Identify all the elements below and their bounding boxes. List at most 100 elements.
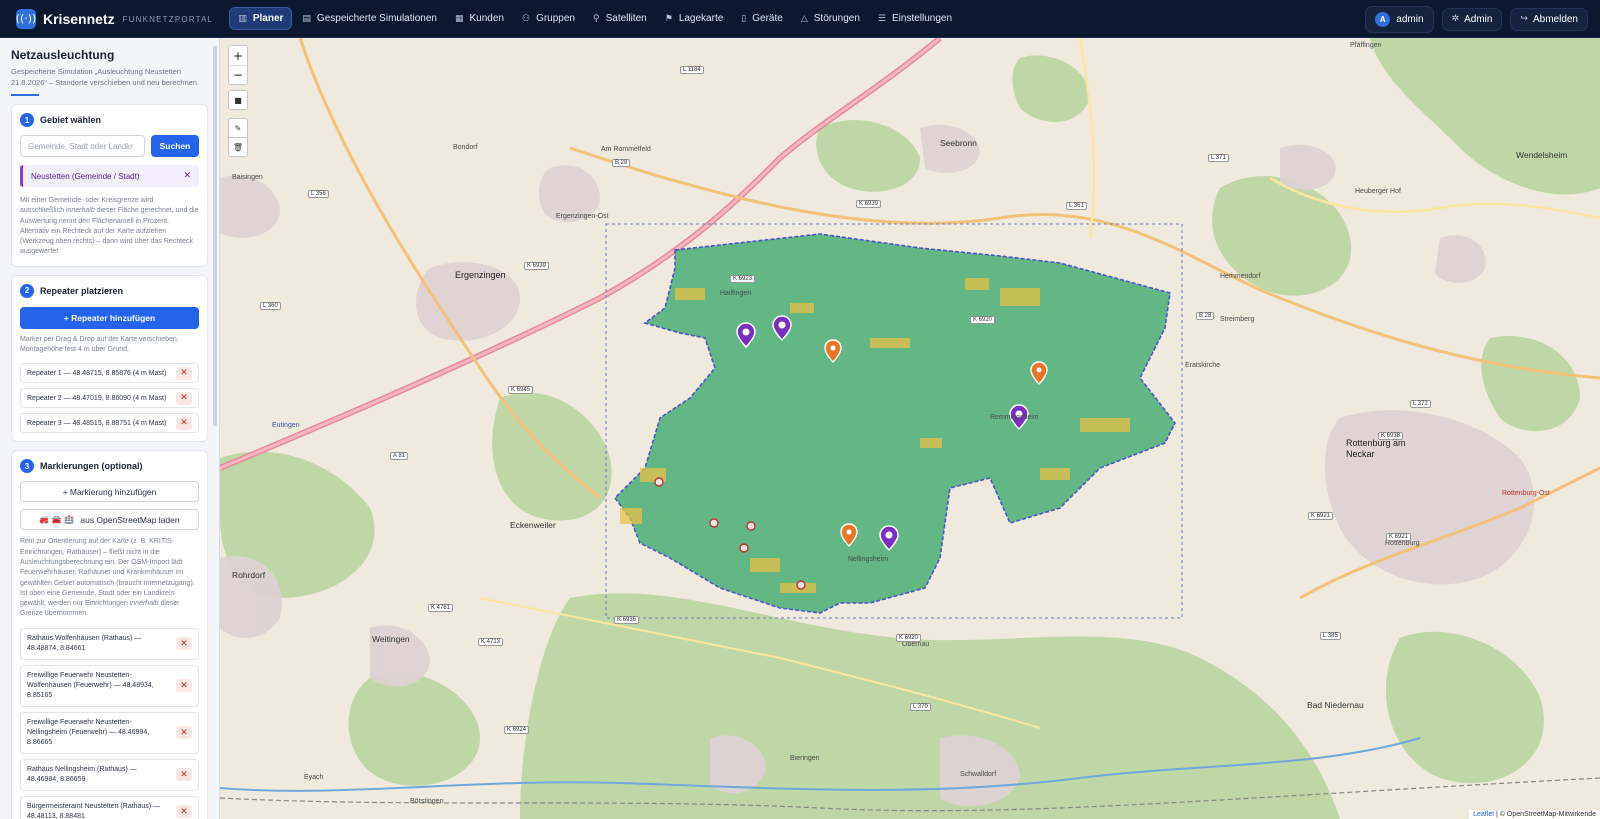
nav-satelliten[interactable]: ⚲ Satelliten — [585, 8, 655, 29]
nav-label: Gespeicherte Simulationen — [316, 13, 437, 24]
place-label: Baisingen — [232, 174, 263, 181]
marker-item[interactable]: Rathaus Nellingsheim (Rathaus) — 48.4698… — [20, 758, 199, 791]
nav-kunden[interactable]: ▦ Kunden — [447, 8, 512, 29]
selected-area-label: Neustetten (Gemeinde / Stadt) — [31, 171, 140, 181]
user-name: admin — [1396, 13, 1424, 25]
zoom-out-button[interactable]: − — [229, 65, 247, 84]
repeater-pin[interactable] — [879, 525, 899, 551]
road-label: A 81 — [390, 452, 409, 460]
marker-help-text: Rein zur Orientierung auf der Karte (z. … — [20, 537, 199, 619]
nav-einstellungen[interactable]: ☰ Einstellungen — [870, 8, 960, 29]
nav-lagekarte[interactable]: ⚑ Lagekarte — [657, 8, 732, 29]
delete-icon[interactable]: ✕ — [176, 366, 192, 380]
repeater-pin[interactable] — [736, 322, 756, 348]
brand-name: Krisennetz — [43, 10, 115, 27]
nav-gruppen[interactable]: ⚇ Gruppen — [514, 8, 583, 29]
user-menu[interactable]: Aadmin — [1365, 5, 1434, 33]
delete-icon[interactable]: ✕ — [176, 679, 192, 693]
road-label: L 1184 — [680, 66, 704, 74]
area-help-text: Mit einer Gemeinde- oder Kreisgrenze wir… — [20, 196, 199, 258]
admin-button[interactable]: ✲ Admin — [1441, 7, 1503, 31]
phone-icon: ▯ — [741, 13, 747, 24]
nav-label: Kunden — [469, 13, 504, 24]
marker-label: Freiwillige Feuerwehr Neustetten-Wolfenh… — [27, 671, 154, 699]
road-label: K 6924 — [504, 726, 530, 734]
road-label: L 356 — [308, 190, 329, 198]
page-subtitle: Gespeicherte Simulation „Ausleuchtung Ne… — [11, 67, 200, 87]
building-marker-pin[interactable] — [824, 339, 842, 363]
sidebar-scrollbar[interactable] — [213, 46, 217, 426]
logo[interactable]: ((·)) Krisennetz FUNKNETZPORTAL — [16, 8, 213, 29]
draw-rectangle-tool[interactable]: ■ — [228, 90, 248, 110]
zoom-control: + − — [228, 45, 248, 85]
delete-icon[interactable]: ✕ — [176, 416, 192, 430]
road-label: K 6945 — [508, 386, 534, 394]
road-label: B 28 — [1196, 312, 1215, 320]
marker-item[interactable]: Bürgermeisteramt Neustetten (Rathaus) — … — [20, 795, 199, 819]
repeater-item[interactable]: Repeater 3 — 48.48515, 8.88751 (4 m Mast… — [20, 413, 199, 434]
road-label: K 6921 — [1386, 533, 1412, 541]
delete-icon[interactable]: ✕ — [176, 637, 192, 651]
title-underline — [11, 94, 39, 96]
osm-import-button[interactable]: 🚒 🚘 🏥 aus OpenStreetMap laden — [20, 509, 199, 531]
marker-item[interactable]: Freiwillige Feuerwehr Neustetten-Wolfenh… — [20, 664, 199, 707]
area-search-input[interactable]: Gemeinde, Stadt oder Landkr — [20, 135, 145, 157]
repeater-pin[interactable] — [772, 315, 792, 341]
nav-geraete[interactable]: ▯ Geräte — [733, 8, 791, 29]
add-repeater-button[interactable]: + Repeater hinzufügen — [20, 306, 199, 329]
help-emphasis: innerhalb — [65, 207, 95, 215]
road-label: K 6920 — [896, 634, 922, 642]
search-button[interactable]: Suchen — [151, 135, 199, 157]
repeater-item[interactable]: Repeater 2 — 48.47019, 8.86090 (4 m Mast… — [20, 388, 199, 409]
selected-area-chip: Neustetten (Gemeinde / Stadt) ✕ — [20, 165, 199, 187]
building-marker-pin[interactable] — [840, 523, 858, 547]
place-label: Eutingen — [272, 422, 300, 429]
road-label: K 4713 — [478, 638, 504, 646]
gear-icon: ✲ — [1451, 14, 1460, 24]
add-marker-button[interactable]: + Markierung hinzufügen — [20, 481, 199, 503]
place-label: Rohrdorf — [232, 570, 266, 580]
road-label: K 6939 — [856, 200, 882, 208]
delete-icon[interactable]: ✕ — [176, 726, 192, 740]
help-part: Rein zur Orientierung auf der Karte (z. … — [20, 538, 195, 608]
marker-item[interactable]: Freiwillige Feuerwehr Neustetten-Nelling… — [20, 711, 199, 754]
leaflet-link[interactable]: Leaflet — [1473, 811, 1494, 818]
logout-button[interactable]: ↪ Abmelden — [1510, 7, 1588, 31]
place-label: Eyach — [304, 774, 324, 781]
emergency-icons: 🚒 🚘 🏥 — [39, 515, 75, 525]
nav-stoerungen[interactable]: △ Störungen — [793, 8, 868, 29]
nav-right: Aadmin ✲ Admin ↪ Abmelden — [1357, 0, 1588, 38]
marker-label: Rathaus Wolfenhausen (Rathaus) — 48.4887… — [27, 634, 142, 652]
delete-icon[interactable]: ✕ — [176, 768, 192, 782]
nav-gespeicherte-simulationen[interactable]: ▤ Gespeicherte Simulationen — [294, 8, 445, 29]
step-label: Markierungen (optional) — [40, 461, 143, 472]
nav-label: Geräte — [752, 13, 783, 24]
close-icon[interactable]: ✕ — [183, 171, 191, 181]
repeater-item[interactable]: Repeater 1 — 48.48715, 8.85876 (4 m Mast… — [20, 363, 199, 384]
nav-label: Gruppen — [536, 13, 575, 24]
place-label: Nellingsheim — [848, 556, 889, 563]
place-label: Seebronn — [940, 138, 977, 148]
radio-icon: ((·)) — [16, 8, 36, 29]
place-label: Rottenburg — [1385, 540, 1420, 547]
list-icon: ▤ — [302, 13, 311, 24]
satellite-icon: ⚲ — [593, 13, 600, 24]
road-label: K 6938 — [1378, 432, 1404, 440]
nav-planer[interactable]: ▥ Planer — [229, 7, 293, 30]
map-canvas[interactable]: Seebronn Wendelsheim Heuberger Hof Ergen… — [220, 38, 1600, 819]
delete-tool[interactable]: 🗑 — [228, 137, 248, 157]
marker-item[interactable]: Rathaus Wolfenhausen (Rathaus) — 48.4887… — [20, 627, 199, 660]
edit-tool[interactable]: ✎ — [228, 118, 248, 138]
road-label: L 372 — [1410, 400, 1431, 408]
step-gebiet-card: 1 Gebiet wählen Gemeinde, Stadt oder Lan… — [11, 104, 208, 267]
building-marker-pin[interactable] — [1030, 361, 1048, 385]
place-label: Bondorf — [453, 144, 478, 151]
delete-icon[interactable]: ✕ — [176, 805, 192, 819]
attribution-text: | © OpenStreetMap-Mitwirkende — [1494, 811, 1596, 818]
place-label: Streimberg — [1220, 316, 1255, 323]
road-label: L 370 — [910, 703, 931, 711]
delete-icon[interactable]: ✕ — [176, 391, 192, 405]
place-label: Bieringen — [790, 755, 820, 762]
road-label: L 371 — [1208, 154, 1229, 162]
zoom-in-button[interactable]: + — [229, 46, 247, 65]
